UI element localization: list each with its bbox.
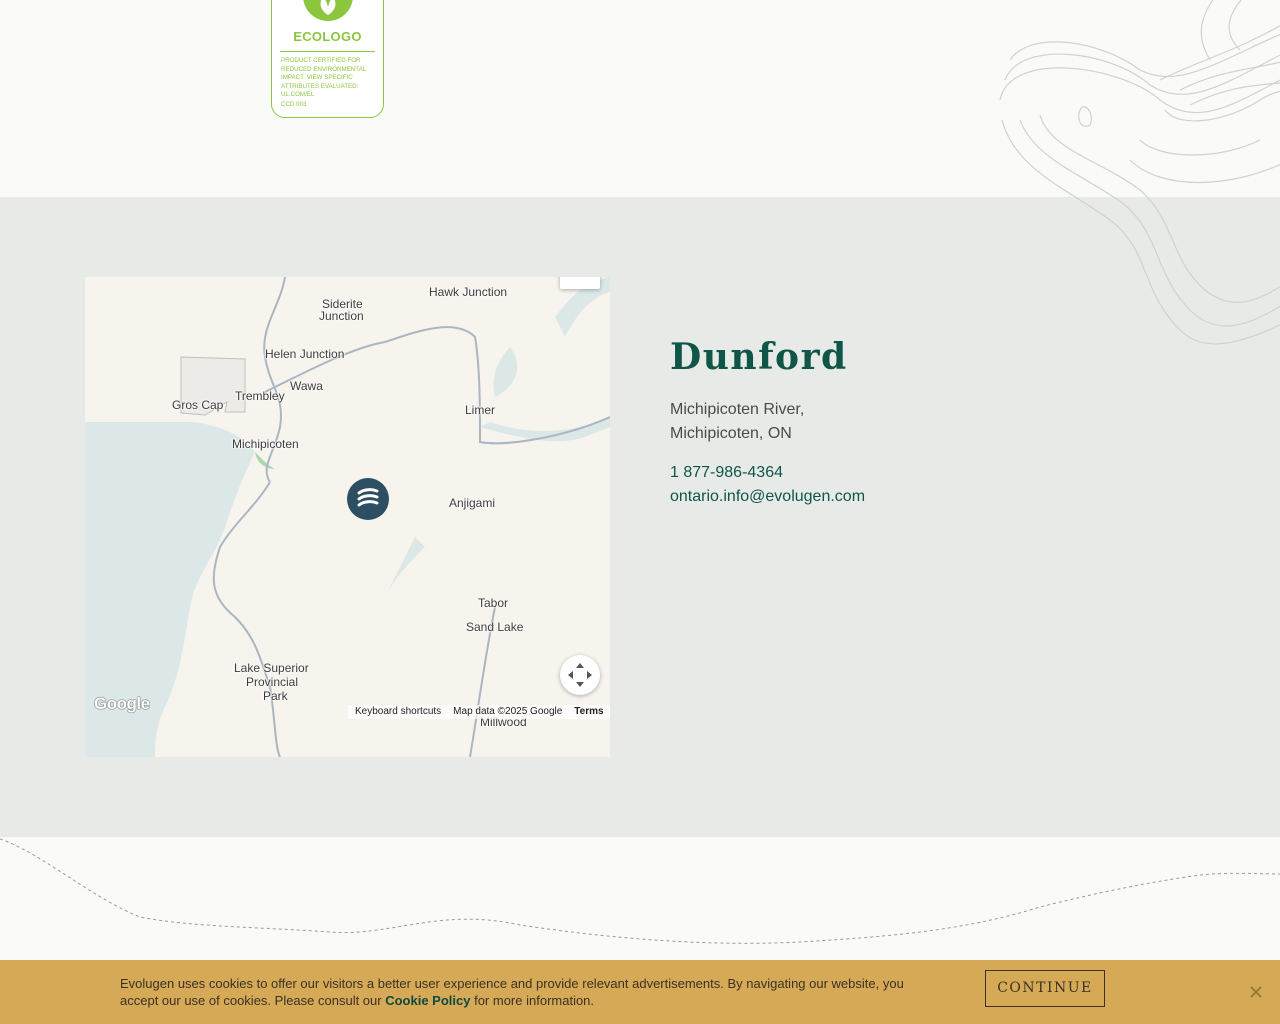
evolugen-marker-icon[interactable] [347,478,389,520]
location-address: Michipicoten River, Michipicoten, ON [670,398,1170,446]
cookie-policy-link[interactable]: Cookie Policy [385,993,470,1008]
map-label-siderite-junction: Junction [319,309,364,323]
continue-button[interactable]: CONTINUE [985,970,1105,1007]
map-label-hawk-junction: Hawk Junction [429,285,508,299]
close-icon[interactable] [1246,982,1266,1002]
address-line-1: Michipicoten River, [670,401,805,418]
map-label-sand-lake: Sand Lake [466,620,524,634]
ecologo-badge: ECOLOGO PRODUCT CERTIFIED FOR REDUCED EN… [271,0,384,118]
location-contact: 1 877-986-4364 ontario.info@evolugen.com [670,461,1170,509]
location-section: Hawk Junction Siderite Junction Helen Ju… [0,197,1280,837]
address-line-2: Michipicoten, ON [670,425,792,442]
map-label-lake-superior: Lake Superior [234,661,309,675]
ecologo-code: CCD 003 [281,101,307,108]
top-section: ECOLOGO PRODUCT CERTIFIED FOR REDUCED EN… [0,0,1280,197]
location-info: Dunford Michipicoten River, Michipicoten… [670,334,1170,509]
ecologo-divider [280,51,375,52]
cookie-text-after: for more information. [474,993,595,1008]
google-logo: Google [94,694,150,713]
map-label-provincial: Provincial [246,675,299,689]
map-label-trembley: Trembley [235,389,285,403]
phone-link[interactable]: 1 877-986-4364 [670,461,1170,485]
leaf-icon [303,0,353,21]
ecologo-brand: ECOLOGO [293,29,362,44]
map-label-limer: Limer [465,403,496,417]
map-label-park: Park [263,689,288,703]
map-label-michipicoten: Michipicoten [232,437,299,451]
map-label-helen-junction: Helen Junction [265,347,345,361]
map-label-wawa: Wawa [290,379,323,393]
footer-decoration-area [0,837,1280,960]
cookie-banner: Evolugen uses cookies to offer our visit… [0,960,1280,1024]
ecologo-fine-print: PRODUCT CERTIFIED FOR REDUCED ENVIRONMEN… [281,57,366,98]
fullscreen-icon[interactable] [560,655,600,695]
terms-link[interactable]: Terms [574,705,603,719]
keyboard-shortcuts-link[interactable]: Keyboard shortcuts [355,705,441,719]
map-control-button[interactable] [560,277,600,289]
map-label-anjigami: Anjigami [449,496,496,510]
cookie-message: Evolugen uses cookies to offer our visit… [120,975,920,1009]
dashed-contour-line [0,838,1280,944]
map-label-tabor: Tabor [478,596,509,610]
map-data-text: Map data ©2025 Google [453,706,563,717]
location-title: Dunford [670,336,848,378]
map-attribution: Keyboard shortcuts Map data ©2025 Google… [348,705,610,719]
map-label-gros-cap: Gros Cap [172,398,224,412]
email-link[interactable]: ontario.info@evolugen.com [670,485,1170,509]
map[interactable]: Hawk Junction Siderite Junction Helen Ju… [85,277,610,757]
